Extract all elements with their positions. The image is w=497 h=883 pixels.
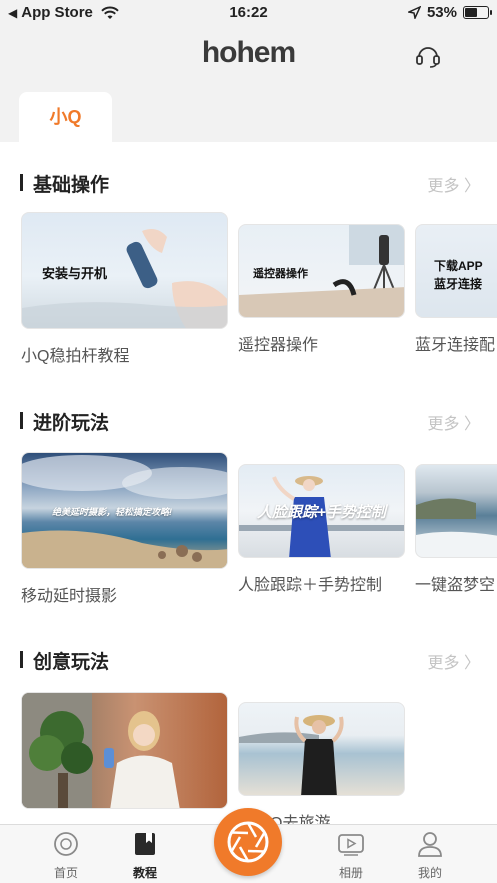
dream-effect-image [416,498,497,557]
card-image [21,692,228,809]
card-image-text: 安装与开机 [42,266,108,281]
tutorial-content[interactable]: 基础操作 更多 〉 安装与开机 小Q稳拍杆教程 遥控器操作 遥控器操作 下载AP… [0,142,497,824]
card-image: 绝美延时摄影，轻松搞定攻略! [21,452,228,569]
card-image: 遥控器操作 [238,224,405,318]
location-arrow-icon [407,6,421,19]
more-link[interactable]: 更多 〉 [428,172,480,196]
battery-icon [463,6,492,19]
card-label: 遥控器操作 [238,337,319,354]
album-play-icon [338,834,364,856]
nav-item-album[interactable]: 相册 [316,825,386,883]
tutorial-book-icon [135,833,155,855]
nav-item-tutorial[interactable]: 教程 [110,825,180,883]
nav-label: 相册 [338,866,363,880]
more-link[interactable]: 更多 〉 [428,649,480,673]
card-label: 小Q稳拍杆教程 [21,348,130,365]
nav-label: 首页 [53,866,78,880]
card-image-text: 绝美延时摄影，轻松搞定攻略! [52,507,172,517]
card-image: 人脸跟踪+手势控制 [238,464,405,558]
battery-level [465,8,477,17]
card-image [238,702,405,796]
card-image-text-line2: 蓝牙连接 [434,277,483,291]
card-image-text: 人脸跟踪+手势控制 [257,504,386,521]
home-icon [54,832,78,856]
tab-device-xiaoq[interactable]: 小Q [19,92,112,142]
card-image-text: 遥控器操作 [253,268,308,280]
card-label: 移动延时摄影 [21,588,118,605]
status-bar: ◀ App Store 16:22 53% [0,0,497,28]
nav-item-home[interactable]: 首页 [31,825,101,883]
section-advanced-header: 进阶玩法 更多 〉 [20,408,480,435]
headset-icon[interactable] [415,44,441,68]
card-image: 安装与开机 [21,212,228,329]
profile-icon [418,832,442,857]
section-basic-header: 基础操作 更多 〉 [20,170,480,197]
travel-image [239,715,344,795]
nav-label: 教程 [132,866,157,880]
section-creative-header: 创意玩法 更多 〉 [20,647,480,674]
camera-shutter-icon [227,821,269,863]
card-image: 下载APP 蓝牙连接 [415,224,497,318]
more-link[interactable]: 更多 〉 [428,410,480,434]
camera-button[interactable] [214,808,282,876]
status-right: 53% [407,4,492,21]
card-label: 蓝牙连接配 [415,337,496,354]
section-title: 进阶玩法 [20,408,109,435]
device-tabs: 小Q [0,92,497,142]
section-title: 创意玩法 [20,647,109,674]
nav-item-profile[interactable]: 我的 [395,825,465,883]
nav-label: 我的 [417,866,442,880]
woman-with-plant-image [22,693,180,808]
card-image-text-line1: 下载APP [434,259,483,273]
card-label: 人脸跟踪＋手势控制 [238,577,383,594]
battery-percent: 53% [426,4,457,21]
section-title: 基础操作 [20,170,109,197]
card-label: 一键盗梦空 [415,577,496,594]
card-image [415,464,497,558]
